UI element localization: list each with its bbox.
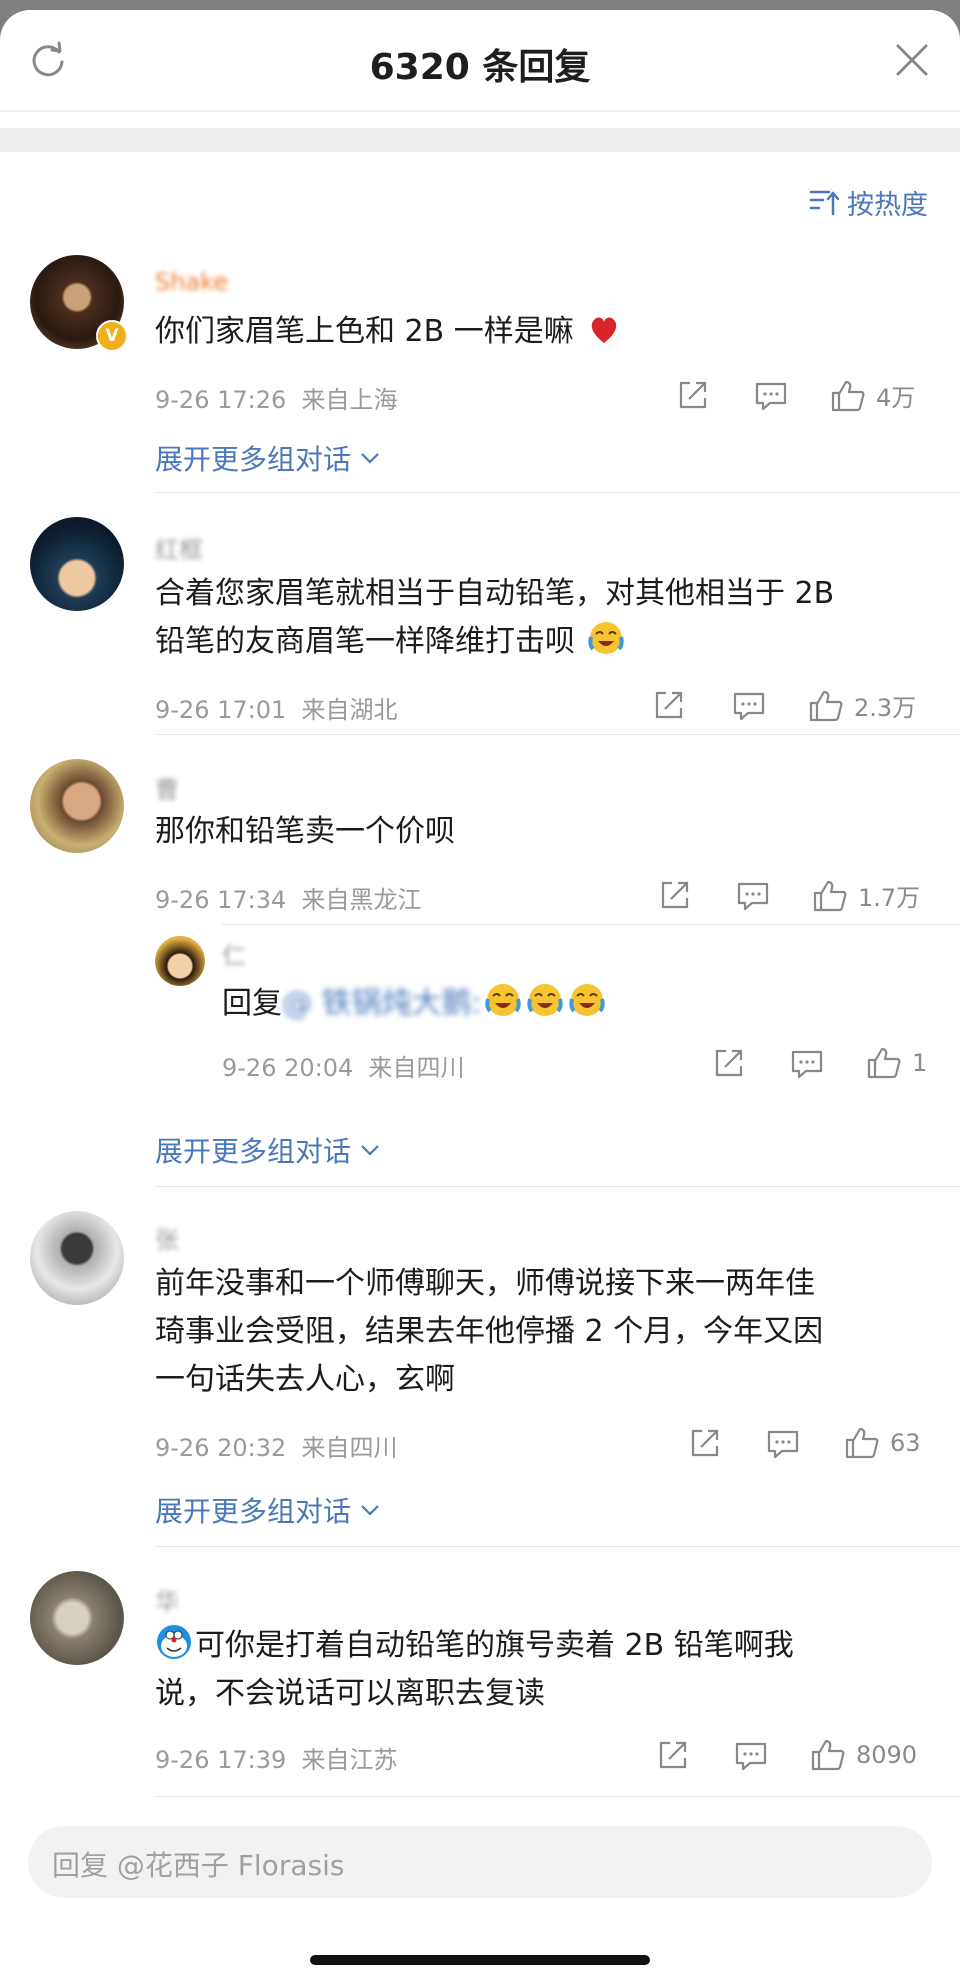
thumbs-up-icon: [809, 690, 843, 721]
divider: [0, 110, 960, 112]
username[interactable]: 仁: [222, 936, 246, 966]
separator: [222, 924, 960, 925]
avatar[interactable]: [30, 1571, 124, 1665]
comment-icon[interactable]: [754, 378, 788, 412]
comment-icon[interactable]: [732, 688, 766, 722]
like-button[interactable]: 1.7万: [812, 878, 920, 913]
crying-laughing-emoji-icon: [587, 622, 624, 654]
like-button[interactable]: 2.3万: [808, 688, 916, 723]
header: 6320 条回复: [0, 10, 960, 110]
reply-text: 回复@ 铁锅炖大鹅:: [222, 980, 608, 1028]
expand-conversations-link[interactable]: 展开更多组对话: [155, 438, 381, 478]
comment-meta: 9-26 17:26 来自上海: [155, 386, 398, 414]
share-icon[interactable]: [652, 688, 686, 722]
comments-sheet: 6320 条回复 按热度 V Shake 你们家眉笔上色和 2B 一样是嘛 9-…: [0, 10, 960, 1984]
comment-meta: 9-26 17:34 来自黑龙江: [155, 886, 422, 914]
separator: [155, 1186, 960, 1187]
thumbs-up-icon: [831, 380, 865, 411]
username[interactable]: Shake: [155, 268, 228, 298]
heart-emoji-icon: [592, 317, 617, 343]
like-count: 2.3万: [854, 694, 917, 722]
reply-meta: 9-26 20:04 来自四川: [222, 1054, 465, 1082]
crying-laughing-emoji-icon: [485, 984, 521, 1016]
username[interactable]: 红框: [155, 530, 203, 560]
comment-icon[interactable]: [766, 1426, 800, 1460]
expand-conversations-link[interactable]: 展开更多组对话: [155, 1130, 381, 1170]
like-button[interactable]: 4万: [830, 378, 915, 413]
page-title: 6320 条回复: [369, 47, 591, 88]
crying-laughing-emoji-icon: [527, 984, 563, 1016]
username[interactable]: 曹: [155, 770, 179, 800]
share-icon[interactable]: [712, 1046, 746, 1080]
like-count: 1.7万: [858, 884, 921, 912]
reply-input[interactable]: 回复 @花西子 Florasis: [28, 1826, 932, 1898]
share-icon[interactable]: [658, 878, 692, 912]
close-icon[interactable]: [892, 40, 932, 80]
thumbs-up-icon: [845, 1427, 879, 1459]
separator: [155, 492, 960, 493]
crying-laughing-emoji-icon: [569, 984, 605, 1016]
like-button[interactable]: 8090: [810, 1738, 917, 1772]
comment-meta: 9-26 20:32 来自四川: [155, 1434, 398, 1462]
share-icon[interactable]: [676, 378, 710, 412]
comment-meta: 9-26 17:01 来自湖北: [155, 696, 398, 724]
comment-icon[interactable]: [790, 1046, 824, 1080]
comment-text: 前年没事和一个师傅聊天，师傅说接下来一两年佳 琦事业会受阻，结果去年他停播 2 …: [155, 1266, 824, 1397]
comment-icon[interactable]: [736, 878, 770, 912]
mention-link[interactable]: @ 铁锅炖大鹅:: [282, 986, 482, 1021]
avatar[interactable]: [30, 517, 124, 611]
thumbs-up-icon: [867, 1047, 901, 1079]
username[interactable]: 华: [155, 1582, 179, 1612]
comment-meta: 9-26 17:39 来自江苏: [155, 1746, 398, 1774]
share-icon[interactable]: [656, 1738, 690, 1772]
comment-text: 你们家眉笔上色和 2B 一样是嘛: [155, 308, 625, 356]
chevron-down-icon: [361, 453, 379, 464]
chevron-down-icon: [361, 1145, 379, 1156]
separator: [155, 1546, 960, 1547]
username[interactable]: 张: [155, 1220, 179, 1250]
like-count: 1: [912, 1049, 928, 1077]
sort-button[interactable]: 按热度: [809, 182, 928, 222]
comment-text: 那你和铅笔卖一个价呗: [155, 814, 455, 849]
doraemon-emoji-icon: [157, 1625, 191, 1659]
comment-text: 合着您家眉笔就相当于自动铅笔，对其他相当于 2B 铅笔的友商眉笔一样降维打击呗: [155, 576, 835, 659]
like-button[interactable]: 63: [844, 1426, 921, 1460]
avatar[interactable]: [30, 759, 124, 853]
verified-badge: V: [96, 320, 128, 352]
thumbs-up-icon: [811, 1739, 845, 1771]
home-indicator[interactable]: [310, 1955, 650, 1965]
divider-band: [0, 128, 960, 152]
comment-text: 可你是打着自动铅笔的旗号卖着 2B 铅笔啊我 说，不会说话可以离职去复读: [155, 1622, 794, 1718]
like-count: 4万: [876, 384, 916, 412]
separator: [155, 1796, 960, 1797]
avatar[interactable]: [30, 1211, 124, 1305]
sort-label: 按热度: [847, 189, 928, 221]
like-count: 8090: [856, 1741, 918, 1769]
expand-conversations-link[interactable]: 展开更多组对话: [155, 1490, 381, 1530]
avatar[interactable]: [155, 936, 205, 986]
reply-placeholder: 回复 @花西子 Florasis: [52, 1849, 345, 1882]
chevron-down-icon: [361, 1505, 379, 1516]
comment-icon[interactable]: [734, 1738, 768, 1772]
sort-icon: [809, 190, 839, 216]
thumbs-up-icon: [813, 880, 847, 911]
like-count: 63: [890, 1429, 921, 1457]
like-button[interactable]: 1: [866, 1046, 927, 1080]
separator: [155, 734, 960, 735]
share-icon[interactable]: [688, 1426, 722, 1460]
